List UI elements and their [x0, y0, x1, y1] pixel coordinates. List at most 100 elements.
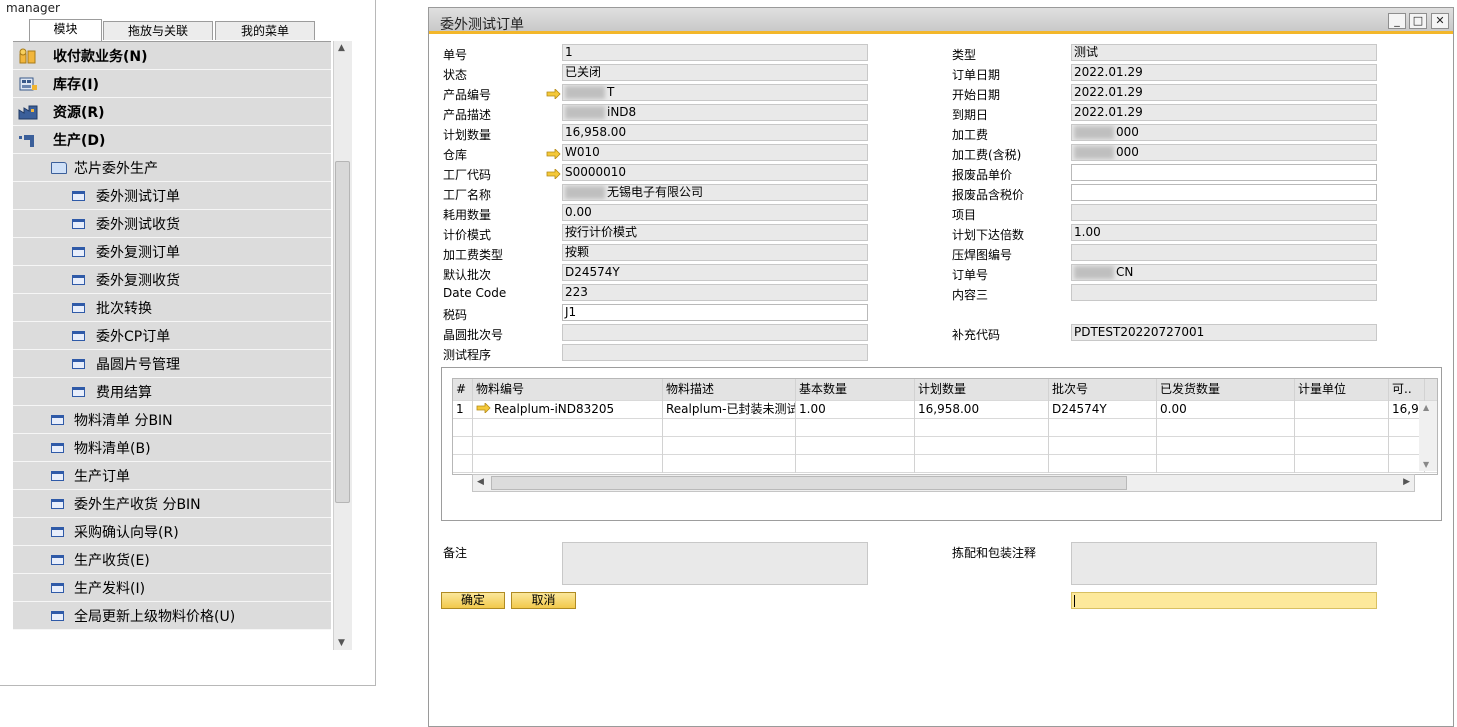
table-cell[interactable] — [473, 437, 663, 455]
table-cell[interactable] — [1295, 419, 1389, 437]
table-cell[interactable] — [663, 455, 796, 473]
field-value[interactable]: J1 — [562, 304, 868, 321]
window-titlebar[interactable]: 委外测试订单 _ □ ✕ — [429, 8, 1453, 34]
packing-remarks-field[interactable] — [1071, 542, 1377, 585]
tree-item[interactable]: 芯片委外生产 — [13, 154, 331, 182]
tab-my-menu[interactable]: 我的菜单 — [215, 21, 315, 40]
table-row[interactable] — [453, 419, 1437, 437]
cancel-button[interactable]: 取消 — [511, 592, 576, 609]
table-cell[interactable] — [1295, 455, 1389, 473]
table-cell[interactable]: D24574Y — [1049, 401, 1157, 419]
tree-item[interactable]: 委外复测订单 — [13, 238, 331, 266]
table-cell[interactable] — [663, 419, 796, 437]
field-value[interactable] — [1071, 164, 1377, 181]
table-cell[interactable] — [453, 455, 473, 473]
column-header[interactable]: 已发货数量 — [1157, 379, 1295, 401]
table-cell[interactable] — [453, 437, 473, 455]
tree-item[interactable]: 委外复测收货 — [13, 266, 331, 294]
field-value[interactable]: 000 — [1071, 144, 1377, 161]
table-cell[interactable] — [1295, 401, 1389, 419]
field-value[interactable] — [1071, 204, 1377, 221]
tree-item[interactable]: 收付款业务(N) — [13, 42, 331, 70]
tree-item[interactable]: 生产订单 — [13, 462, 331, 490]
column-header[interactable]: 计划数量 — [915, 379, 1049, 401]
column-header[interactable]: 物料描述 — [663, 379, 796, 401]
tree-scrollbar[interactable]: ▲ ▼ — [333, 41, 352, 650]
field-value[interactable]: 2022.01.29 — [1071, 84, 1377, 101]
field-value[interactable]: iND8 — [562, 104, 868, 121]
table-cell[interactable]: Realplum-iND83205 — [473, 401, 663, 419]
maximize-button[interactable]: □ — [1409, 13, 1427, 29]
minimize-button[interactable]: _ — [1388, 13, 1406, 29]
column-header[interactable]: 物料编号 — [473, 379, 663, 401]
tree-item[interactable]: 委外测试订单 — [13, 182, 331, 210]
tree-item[interactable]: 生产收货(E) — [13, 546, 331, 574]
table-cell[interactable] — [663, 437, 796, 455]
field-value[interactable] — [562, 344, 868, 361]
field-value[interactable]: 1 — [562, 44, 868, 61]
column-header[interactable]: 可.. — [1389, 379, 1425, 401]
tab-modules[interactable]: 模块 — [29, 19, 102, 41]
status-input[interactable] — [1071, 592, 1377, 609]
field-value[interactable] — [562, 324, 868, 341]
tree-item[interactable]: 委外生产收货 分BIN — [13, 490, 331, 518]
grid-horizontal-scrollbar[interactable]: ◀ ▶ — [472, 474, 1415, 492]
ok-button[interactable]: 确定 — [441, 592, 505, 609]
scroll-down-icon[interactable]: ▼ — [338, 638, 345, 648]
table-row[interactable] — [453, 455, 1437, 473]
field-value[interactable] — [1071, 284, 1377, 301]
field-value[interactable]: 16,958.00 — [562, 124, 868, 141]
table-cell[interactable]: 0.00 — [1157, 401, 1295, 419]
table-cell[interactable] — [796, 455, 915, 473]
field-value[interactable] — [1071, 184, 1377, 201]
scroll-right-icon[interactable]: ▶ — [1403, 477, 1410, 487]
table-cell[interactable]: 1 — [453, 401, 473, 419]
scroll-down-icon[interactable]: ▼ — [1423, 460, 1429, 469]
tree-item[interactable]: 采购确认向导(R) — [13, 518, 331, 546]
field-value[interactable]: S0000010 — [562, 164, 868, 181]
field-value[interactable]: 按行计价模式 — [562, 224, 868, 241]
link-arrow-icon[interactable] — [546, 148, 561, 162]
field-value[interactable]: 按颗 — [562, 244, 868, 261]
close-button[interactable]: ✕ — [1431, 13, 1449, 29]
column-header[interactable]: # — [453, 379, 473, 401]
field-value[interactable]: 2022.01.29 — [1071, 64, 1377, 81]
tree-item[interactable]: 全局更新上级物料价格(U) — [13, 602, 331, 630]
table-cell[interactable]: Realplum-已封装未测试 — [663, 401, 796, 419]
field-value[interactable]: D24574Y — [562, 264, 868, 281]
field-value[interactable]: PDTEST20220727001 — [1071, 324, 1377, 341]
table-cell[interactable]: 1.00 — [796, 401, 915, 419]
field-value[interactable]: 0.00 — [562, 204, 868, 221]
grid-vertical-scrollbar[interactable]: ▲ ▼ — [1419, 401, 1437, 471]
table-cell[interactable] — [796, 437, 915, 455]
field-value[interactable]: T — [562, 84, 868, 101]
scroll-up-icon[interactable]: ▲ — [1423, 403, 1429, 412]
scroll-left-icon[interactable]: ◀ — [477, 477, 484, 487]
tree-item[interactable]: 生产(D) — [13, 126, 331, 154]
table-cell[interactable] — [473, 455, 663, 473]
field-value[interactable]: 223 — [562, 284, 868, 301]
table-cell[interactable] — [915, 419, 1049, 437]
link-arrow-icon[interactable] — [546, 168, 561, 182]
column-header[interactable]: 基本数量 — [796, 379, 915, 401]
field-value[interactable]: 已关闭 — [562, 64, 868, 81]
column-header[interactable]: 计量单位 — [1295, 379, 1389, 401]
tree-item[interactable]: 资源(R) — [13, 98, 331, 126]
scroll-thumb[interactable] — [335, 161, 350, 503]
tree-item[interactable]: 物料清单(B) — [13, 434, 331, 462]
table-row[interactable] — [453, 437, 1437, 455]
table-cell[interactable] — [453, 419, 473, 437]
column-header[interactable]: 批次号 — [1049, 379, 1157, 401]
table-cell[interactable] — [915, 437, 1049, 455]
table-cell[interactable] — [473, 419, 663, 437]
tree-item[interactable]: 费用结算 — [13, 378, 331, 406]
table-cell[interactable] — [1049, 437, 1157, 455]
field-value[interactable]: 2022.01.29 — [1071, 104, 1377, 121]
table-cell[interactable] — [915, 455, 1049, 473]
tree-item[interactable]: 库存(I) — [13, 70, 331, 98]
table-cell[interactable] — [1157, 455, 1295, 473]
tree-item[interactable]: 委外CP订单 — [13, 322, 331, 350]
tree-item[interactable]: 委外测试收货 — [13, 210, 331, 238]
scroll-up-icon[interactable]: ▲ — [338, 43, 345, 53]
link-arrow-icon[interactable] — [546, 88, 561, 102]
